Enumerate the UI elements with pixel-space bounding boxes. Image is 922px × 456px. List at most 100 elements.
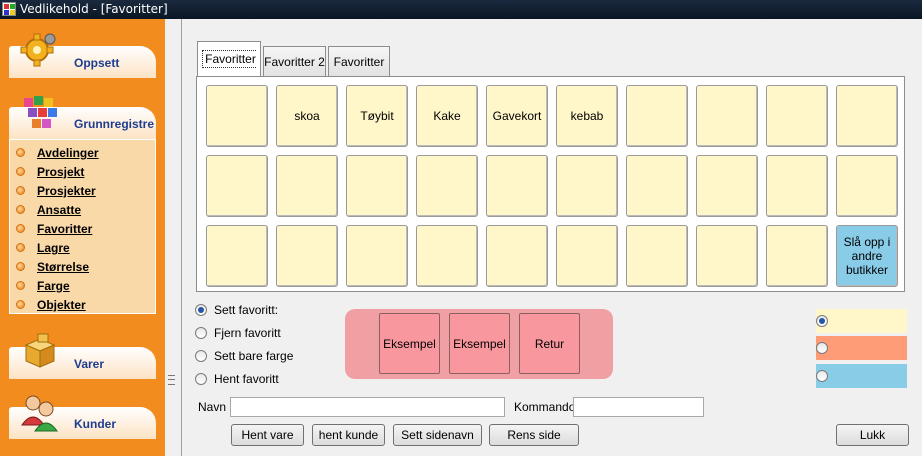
- favorite-button[interactable]: [766, 85, 828, 147]
- gear-icon: [20, 33, 56, 67]
- favorite-button[interactable]: [696, 85, 758, 147]
- sidebar-item-label: Prosjekter: [37, 184, 96, 198]
- radio-hent-favoritt[interactable]: [195, 373, 207, 385]
- tab-label: Favoritter 2: [264, 55, 325, 69]
- favorite-button[interactable]: [276, 225, 338, 287]
- favorite-button[interactable]: [836, 155, 898, 217]
- sidebar-item-storrelse[interactable]: Størrelse: [16, 258, 156, 276]
- favorite-button[interactable]: [346, 155, 408, 217]
- panel-kunder-label: Kunder: [74, 417, 116, 431]
- favorite-button[interactable]: [346, 225, 408, 287]
- sidebar-item-prosjekt[interactable]: Prosjekt: [16, 163, 156, 181]
- example-panel: Eksempel Eksempel Retur: [345, 309, 613, 379]
- favorite-button[interactable]: Tøybit: [346, 85, 408, 147]
- tab-favoritter-2[interactable]: Favoritter 2: [263, 46, 326, 76]
- navn-label: Navn: [198, 400, 227, 414]
- favorites-panel: skoa Tøybit Kake Gavekort kebab Slå opp …: [196, 76, 905, 292]
- favorite-button[interactable]: [696, 155, 758, 217]
- kommando-input[interactable]: [573, 397, 704, 417]
- radio-sett-bare-farge-label: Sett bare farge: [214, 349, 294, 363]
- lukk-button[interactable]: Lukk: [836, 424, 909, 446]
- hent-vare-button[interactable]: Hent vare: [231, 424, 304, 446]
- retur-button[interactable]: Retur: [519, 313, 580, 374]
- bullet-icon: [16, 262, 25, 271]
- favorite-button[interactable]: [766, 225, 828, 287]
- favorite-button[interactable]: [626, 85, 688, 147]
- favorite-button[interactable]: [696, 225, 758, 287]
- bullet-icon: [16, 224, 25, 233]
- people-icon: [21, 395, 58, 432]
- favorite-button[interactable]: Gavekort: [486, 85, 548, 147]
- sidebar-item-avdelinger[interactable]: Avdelinger: [16, 144, 156, 162]
- splitter[interactable]: [165, 19, 182, 456]
- window-title: Vedlikehold - [Favoritter]: [20, 2, 168, 16]
- favorite-button[interactable]: [556, 155, 618, 217]
- sidebar-item-label: Objekter: [37, 298, 86, 312]
- bullet-icon: [16, 243, 25, 252]
- radio-sett-favoritt[interactable]: [195, 304, 207, 316]
- sidebar-item-label: Lagre: [37, 241, 70, 255]
- favorite-button[interactable]: [206, 85, 268, 147]
- example-button-2[interactable]: Eksempel: [449, 313, 510, 374]
- tab-favoritter-3[interactable]: Favoritter 3: [328, 46, 390, 99]
- sidebar-item-objekter[interactable]: Objekter: [16, 296, 156, 314]
- bullet-icon: [16, 186, 25, 195]
- favorite-button[interactable]: kebab: [556, 85, 618, 147]
- color-swatch-yellow[interactable]: [816, 309, 907, 333]
- sidebar-item-prosjekter[interactable]: Prosjekter: [16, 182, 156, 200]
- grunnregistre-list: Avdelinger Prosjekt Prosjekter Ansatte F…: [9, 139, 156, 314]
- radio-hent-favoritt-label: Hent favoritt: [214, 372, 279, 386]
- navn-input[interactable]: [230, 397, 505, 417]
- color-swatch-blue[interactable]: [816, 364, 907, 388]
- favorite-button[interactable]: [486, 225, 548, 287]
- sidebar-item-label: Favoritter: [37, 222, 93, 236]
- bullet-icon: [16, 205, 25, 214]
- blocks-icon: [24, 96, 57, 128]
- radio-sett-bare-farge[interactable]: [195, 350, 207, 362]
- splitter-grip-icon[interactable]: [168, 375, 175, 385]
- lookup-other-stores-button[interactable]: Slå opp i andre butikker: [836, 225, 898, 287]
- kommando-label: Kommando: [514, 400, 576, 414]
- bullet-icon: [16, 300, 25, 309]
- sidebar-item-label: Størrelse: [37, 260, 90, 274]
- bullet-icon: [16, 281, 25, 290]
- sidebar-item-ansatte[interactable]: Ansatte: [16, 201, 156, 219]
- color-radio-orange[interactable]: [816, 342, 828, 354]
- sidebar-item-farge[interactable]: Farge: [16, 277, 156, 295]
- sidebar-item-lagre[interactable]: Lagre: [16, 239, 156, 257]
- favorite-button[interactable]: [416, 225, 478, 287]
- favorite-button[interactable]: Kake: [416, 85, 478, 147]
- favorite-button[interactable]: [206, 225, 268, 287]
- favorite-button[interactable]: [206, 155, 268, 217]
- bullet-icon: [16, 167, 25, 176]
- color-radio-blue[interactable]: [816, 370, 828, 382]
- sidebar-item-favoritter[interactable]: Favoritter: [16, 220, 156, 238]
- favorite-button[interactable]: [486, 155, 548, 217]
- favorite-button[interactable]: [626, 155, 688, 217]
- radio-sett-favoritt-label: Sett favoritt:: [214, 303, 279, 317]
- sidebar: Oppsett Grunnregistre Avdelinger Prosjek…: [0, 19, 165, 456]
- favorite-button[interactable]: [836, 85, 898, 147]
- panel-grunnregistre-label: Grunnregistre: [74, 117, 155, 131]
- sett-sidenavn-button[interactable]: Sett sidenavn: [393, 424, 482, 446]
- hent-kunde-button[interactable]: hent kunde: [312, 424, 385, 446]
- panel-varer-label: Varer: [74, 357, 105, 371]
- rens-side-button[interactable]: Rens side: [489, 424, 579, 446]
- favorite-button[interactable]: [766, 155, 828, 217]
- sidebar-item-label: Ansatte: [37, 203, 82, 217]
- example-button-1[interactable]: Eksempel: [379, 313, 440, 374]
- favorite-button[interactable]: [626, 225, 688, 287]
- radio-fjern-favoritt[interactable]: [195, 327, 207, 339]
- favorite-button[interactable]: [276, 155, 338, 217]
- color-swatch-orange[interactable]: [816, 336, 907, 360]
- favorite-button[interactable]: [556, 225, 618, 287]
- sidebar-item-label: Avdelinger: [37, 146, 99, 160]
- boxes-icon: [24, 333, 56, 368]
- color-radio-yellow[interactable]: [816, 315, 828, 327]
- favorite-button[interactable]: skoa: [276, 85, 338, 147]
- sidebar-item-label: Prosjekt: [37, 165, 85, 179]
- tab-favoritter-1[interactable]: Favoritter 1: [197, 41, 261, 103]
- sidebar-item-label: Farge: [37, 279, 70, 293]
- bullet-icon: [16, 148, 25, 157]
- favorite-button[interactable]: [416, 155, 478, 217]
